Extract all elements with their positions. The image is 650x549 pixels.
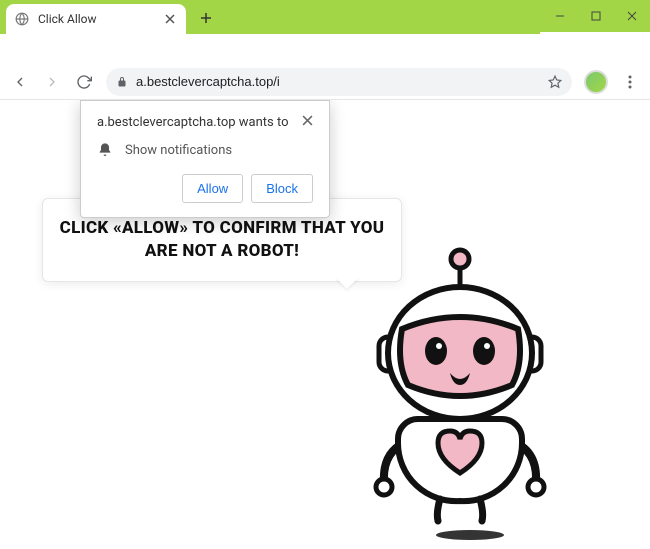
tab-title: Click Allow [38,12,154,26]
globe-icon [14,11,30,27]
profile-avatar[interactable] [584,70,608,94]
allow-button[interactable]: Allow [182,174,243,203]
page-content: a.bestclevercaptcha.top wants to Show no… [0,100,650,549]
close-icon[interactable] [302,115,313,126]
lock-icon [116,76,128,88]
minimize-button[interactable] [542,0,578,32]
permission-capability-text: Show notifications [125,143,232,158]
robot-illustration [330,241,590,541]
notification-permission-prompt: a.bestclevercaptcha.top wants to Show no… [80,100,330,218]
browser-toolbar [0,64,650,100]
address-bar[interactable] [106,68,572,96]
kebab-menu-icon[interactable] [616,68,644,96]
tab-strip: Click Allow [0,0,540,34]
forward-button[interactable] [38,68,66,96]
browser-tab[interactable]: Click Allow [6,4,186,34]
reload-button[interactable] [70,68,98,96]
bell-icon [97,142,113,158]
url-input[interactable] [136,74,540,89]
window-controls [542,0,650,32]
back-button[interactable] [6,68,34,96]
new-tab-button[interactable] [192,4,220,32]
close-icon[interactable] [162,11,178,27]
maximize-button[interactable] [578,0,614,32]
close-window-button[interactable] [614,0,650,32]
block-button[interactable]: Block [251,174,313,203]
permission-origin-text: a.bestclevercaptcha.top wants to [97,115,289,130]
bookmark-star-icon[interactable] [548,75,562,89]
window-titlebar: Click Allow computips [0,0,650,32]
